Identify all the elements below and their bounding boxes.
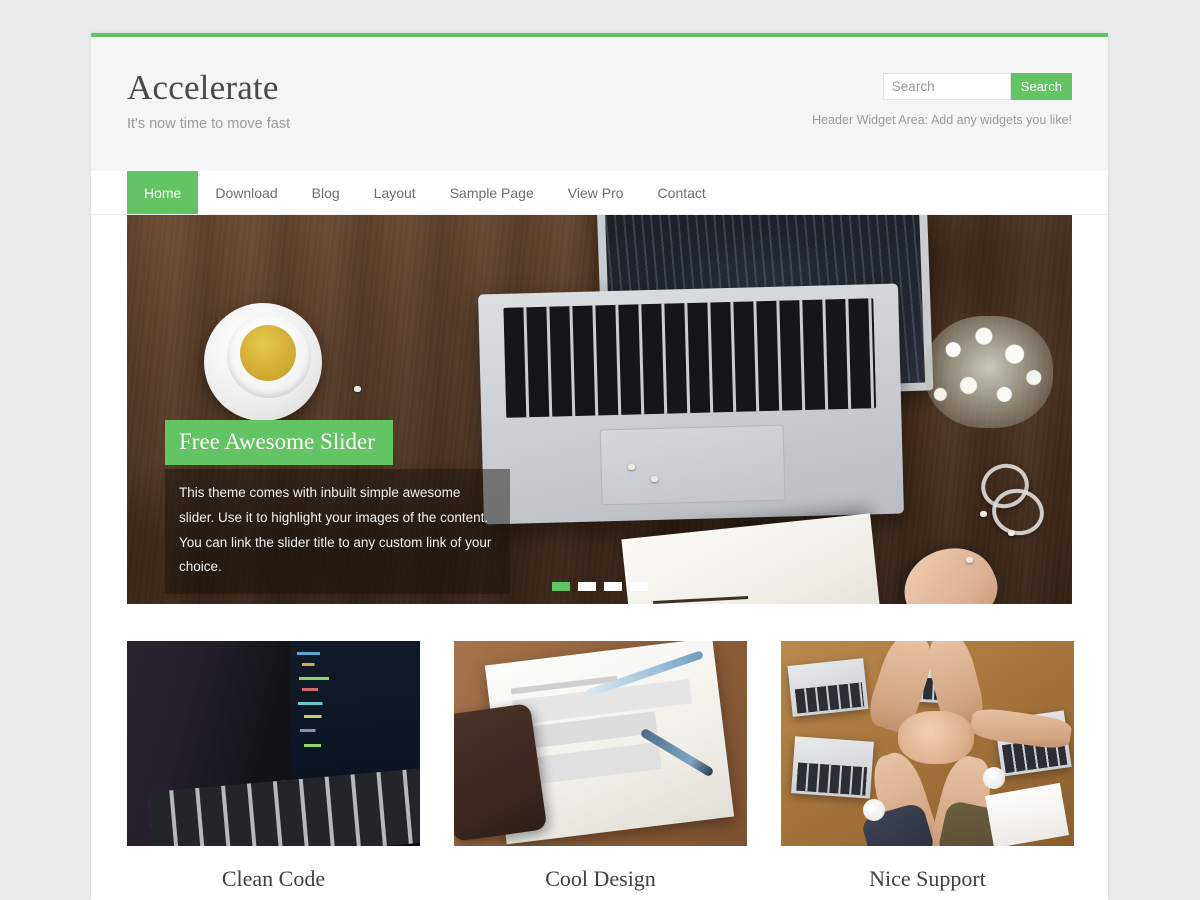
- search-input[interactable]: [882, 73, 1011, 100]
- branding: Accelerate It's now time to move fast: [127, 68, 291, 132]
- header-widget-note: Header Widget Area: Add any widgets you …: [812, 113, 1072, 127]
- site-title[interactable]: Accelerate: [127, 68, 290, 108]
- header-widget-area: Search Header Widget Area: Add any widge…: [812, 73, 1072, 127]
- laptop-shape: [787, 657, 869, 717]
- nav-item-blog[interactable]: Blog: [295, 171, 357, 214]
- crumb-shape: [1008, 530, 1016, 537]
- site-header: Accelerate It's now time to move fast Se…: [91, 37, 1108, 171]
- crumb-shape: [979, 510, 987, 517]
- slider-description: This theme comes with inbuilt simple awe…: [165, 469, 510, 594]
- slider-dot-1[interactable]: [551, 582, 570, 591]
- feature-image-cool-design[interactable]: [454, 641, 747, 846]
- nav-item-layout[interactable]: Layout: [357, 171, 433, 214]
- team-hands-photo: [781, 641, 1074, 846]
- code-laptop-photo: [127, 641, 420, 846]
- keyboard-shape: [147, 768, 420, 846]
- search-form: Search: [812, 73, 1072, 100]
- nav-item-download[interactable]: Download: [198, 171, 294, 214]
- feature-image-nice-support[interactable]: [781, 641, 1074, 846]
- page-container: Accelerate It's now time to move fast Se…: [91, 33, 1108, 900]
- site-tagline: It's now time to move fast: [127, 115, 291, 132]
- feature-title-clean-code[interactable]: Clean Code: [127, 866, 420, 892]
- paper-shape: [984, 782, 1070, 846]
- slider-dot-2[interactable]: [577, 582, 596, 591]
- nav-item-home[interactable]: Home: [127, 171, 199, 214]
- crumb-shape: [651, 475, 659, 482]
- nav-item-view-pro[interactable]: View Pro: [551, 171, 641, 214]
- feature-column-clean-code: Clean Code: [127, 641, 420, 900]
- code-lines-shape: [296, 647, 415, 775]
- feature-title-nice-support[interactable]: Nice Support: [781, 866, 1074, 892]
- laptop-shape: [790, 736, 874, 800]
- search-button[interactable]: Search: [1010, 73, 1072, 100]
- flower-bouquet-shape: [925, 316, 1054, 429]
- crumb-shape: [627, 463, 635, 470]
- feature-image-clean-code[interactable]: [127, 641, 420, 846]
- features-section: Clean Code Cool Design Nice Support: [91, 604, 1108, 900]
- hero-slider: Free Awesome Slider This theme comes wit…: [127, 215, 1072, 604]
- nav-item-contact[interactable]: Contact: [641, 171, 723, 214]
- feature-column-cool-design: Cool Design: [454, 641, 747, 900]
- wireframe-notebook-photo: [454, 641, 747, 846]
- feature-title-cool-design[interactable]: Cool Design: [454, 866, 747, 892]
- slider-pagination: [127, 582, 1072, 591]
- feature-column-nice-support: Nice Support: [781, 641, 1074, 900]
- hand-shape: [892, 533, 1009, 604]
- crumb-shape: [353, 386, 361, 393]
- slider-caption: Free Awesome Slider This theme comes wit…: [165, 420, 510, 594]
- nav-item-sample-page[interactable]: Sample Page: [433, 171, 551, 214]
- laptop-keyboard-shape: [503, 297, 877, 418]
- cup-shape: [983, 766, 1006, 789]
- slider-title[interactable]: Free Awesome Slider: [165, 420, 393, 466]
- stacked-hands-shape: [898, 710, 975, 764]
- crumb-shape: [965, 557, 973, 564]
- slider-dot-3[interactable]: [603, 582, 622, 591]
- slider-dot-4[interactable]: [629, 582, 648, 591]
- laptop-body-shape: [478, 283, 905, 525]
- primary-navigation: Home Download Blog Layout Sample Page Vi…: [91, 171, 1108, 215]
